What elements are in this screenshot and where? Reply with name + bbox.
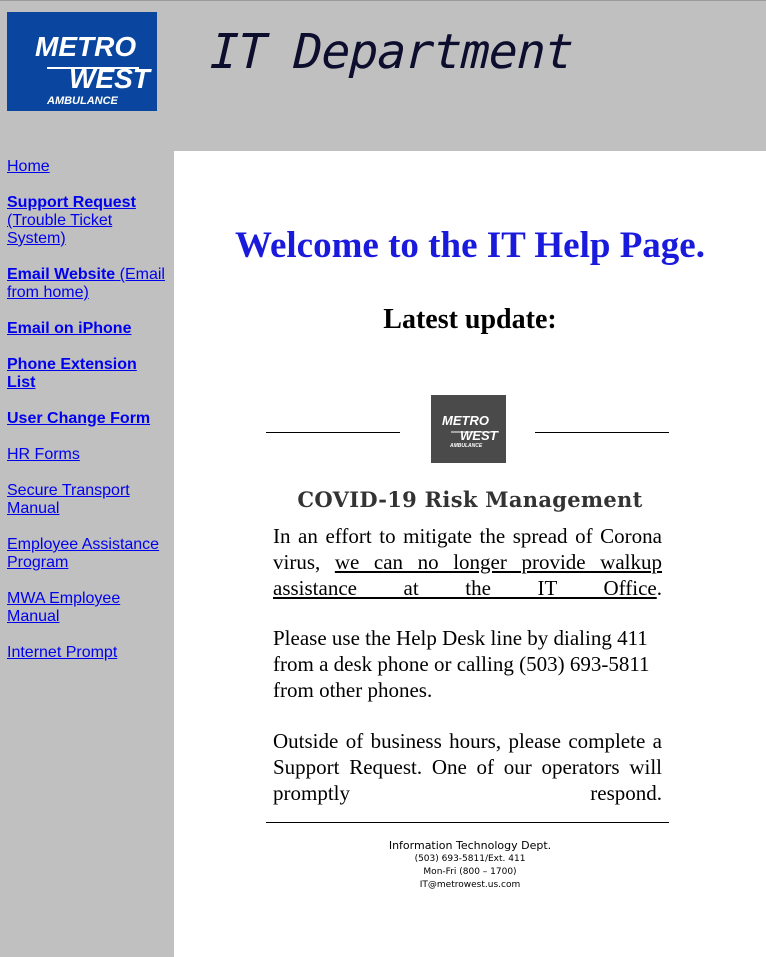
logo-word-metro: METRO	[35, 31, 136, 62]
page-title: IT Department	[209, 24, 574, 80]
logo-word-west: WEST	[69, 63, 153, 94]
notice-end: .	[656, 576, 662, 600]
footer-email[interactable]: IT@metrowest.us.com	[174, 879, 766, 892]
update-logo-graphic: METRO WEST AMBULANCE	[442, 413, 499, 449]
latest-update-heading: Latest update:	[383, 304, 557, 335]
sidebar-item-support-request[interactable]: Support Request (Trouble Ticket System)	[7, 194, 169, 248]
sidebar-item-home[interactable]: Home	[7, 158, 169, 176]
welcome-heading: Welcome to the IT Help Page.	[235, 225, 705, 266]
sidebar-item-hr-forms[interactable]: HR Forms	[7, 446, 169, 464]
sidebar-item-email-iphone[interactable]: Email on iPhone	[7, 320, 169, 338]
footer-phone: (503) 693-5811/Ext. 411	[414, 854, 526, 864]
footer-hours: Mon-Fri (800 – 1700)	[423, 867, 517, 877]
update-logo-word-metro: METRO	[442, 413, 489, 428]
notice-paragraph-3: Outside of business hours, please comple…	[273, 729, 662, 805]
metro-west-logo-graphic: METRO WEST AMBULANCE	[35, 31, 153, 107]
sidebar-item-employee-assistance[interactable]: Employee Assistance Program	[7, 536, 169, 572]
divider-right	[535, 432, 669, 433]
notice-paragraph-2: Please use the Help Desk line by dialing…	[273, 626, 650, 702]
contact-footer: Information Technology Dept. (503) 693-5…	[174, 838, 766, 892]
notice-paragraph-1: In an effort to mitigate the spread of C…	[273, 523, 662, 601]
sidebar-item-phone-extension-list[interactable]: Phone Extension List	[7, 356, 169, 392]
logo-word-ambulance: AMBULANCE	[46, 95, 119, 107]
sidebar-item-mwa-employee-manual[interactable]: MWA Employee Manual	[7, 590, 169, 626]
divider-left	[266, 432, 400, 433]
update-logo: METRO WEST AMBULANCE	[431, 395, 506, 463]
update-logo-word-west: WEST	[460, 428, 499, 443]
main-content: Welcome to the IT Help Page. Latest upda…	[174, 151, 766, 957]
sidebar-item-internet-prompt[interactable]: Internet Prompt	[7, 644, 169, 662]
footer-dept: Information Technology Dept.	[388, 839, 552, 852]
top-border	[0, 0, 766, 1]
footer-divider	[266, 822, 669, 823]
sidebar-nav: Home Support Request (Trouble Ticket Sys…	[7, 158, 169, 680]
sidebar-item-email-website[interactable]: Email Website (Email from home)	[7, 266, 169, 302]
metro-west-logo[interactable]: METRO WEST AMBULANCE	[7, 12, 157, 111]
covid-section-title: COVID-19 Risk Management	[297, 487, 643, 512]
sidebar-item-user-change-form[interactable]: User Change Form	[7, 410, 169, 428]
update-logo-word-ambulance: AMBULANCE	[449, 443, 483, 449]
sidebar-item-secure-transport-manual[interactable]: Secure Transport Manual	[7, 482, 169, 518]
